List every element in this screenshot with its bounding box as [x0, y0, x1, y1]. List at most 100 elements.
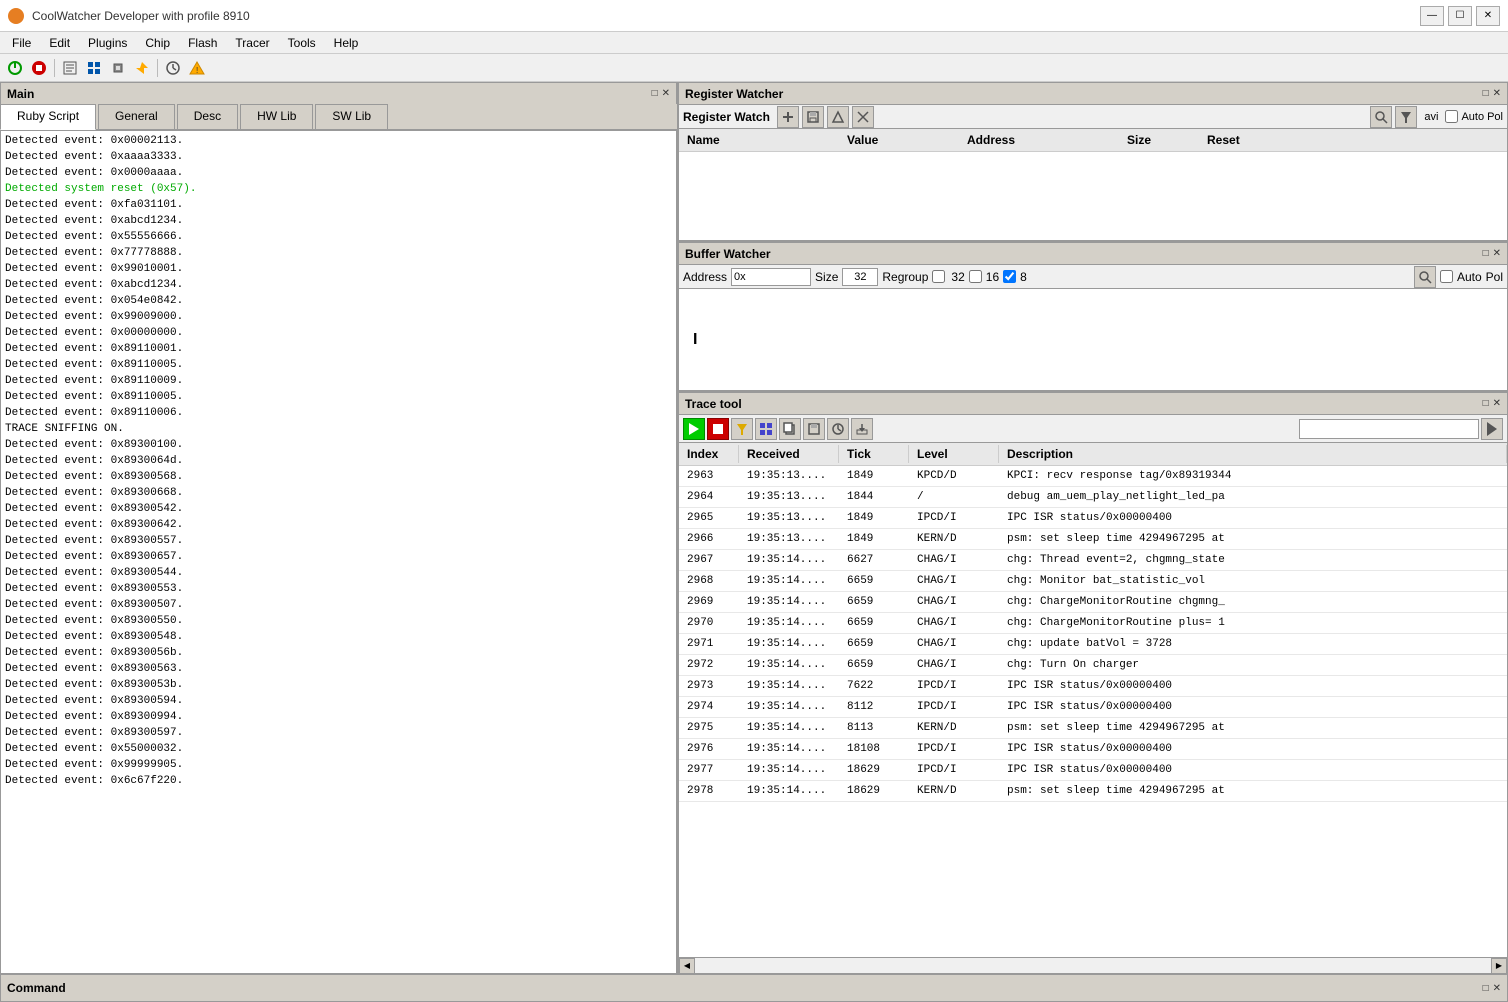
buf-check-8[interactable] — [1003, 270, 1016, 283]
log-line: TRACE SNIFFING ON. — [5, 421, 672, 437]
log-line: Detected event: 0x89110001. — [5, 341, 672, 357]
buf-size-input[interactable] — [842, 268, 878, 286]
trace-cell-index: 2969 — [679, 592, 739, 612]
danger-btn[interactable]: ! — [186, 57, 208, 79]
main-panel-restore[interactable]: □ — [652, 88, 658, 99]
tab-sw-lib[interactable]: SW Lib — [315, 104, 388, 129]
trace-row[interactable]: 2970 19:35:14.... 6659 CHAG/I chg: Charg… — [679, 613, 1507, 634]
flash-btn[interactable] — [131, 57, 153, 79]
log-line: Detected system reset (0x57). — [5, 181, 672, 197]
trace-tool-close[interactable]: ✕ — [1493, 398, 1501, 409]
trace-clock-btn[interactable] — [827, 418, 849, 440]
trace-row[interactable]: 2965 19:35:13.... 1849 IPCD/I IPC ISR st… — [679, 508, 1507, 529]
trace-row[interactable]: 2968 19:35:14.... 6659 CHAG/I chg: Monit… — [679, 571, 1507, 592]
trace-filter-btn[interactable] — [731, 418, 753, 440]
menu-file[interactable]: File — [4, 34, 39, 52]
trace-row[interactable]: 2963 19:35:13.... 1849 KPCD/D KPCI: recv… — [679, 466, 1507, 487]
trace-horizontal-scrollbar[interactable]: ◀ ▶ — [679, 957, 1507, 973]
reg-auto-check[interactable] — [1445, 110, 1458, 123]
trace-cell-tick: 1849 — [839, 466, 909, 486]
scroll-left-btn[interactable]: ◀ — [679, 958, 695, 974]
buf-auto-check[interactable] — [1440, 270, 1453, 283]
command-bar-restore[interactable]: □ — [1483, 983, 1489, 994]
trace-cell-tick: 18629 — [839, 781, 909, 801]
trace-row[interactable]: 2973 19:35:14.... 7622 IPCD/I IPC ISR st… — [679, 676, 1507, 697]
log-line: Detected event: 0x6c67f220. — [5, 773, 672, 789]
trace-grid-btn[interactable] — [755, 418, 777, 440]
register-watch-toolbar: Register Watch — [678, 104, 1508, 128]
scroll-track[interactable] — [695, 958, 1491, 973]
trace-row[interactable]: 2976 19:35:14.... 18108 IPCD/I IPC ISR s… — [679, 739, 1507, 760]
reg-watcher-close[interactable]: ✕ — [1493, 88, 1501, 99]
trace-col-tick: Tick — [839, 445, 909, 463]
trace-row[interactable]: 2978 19:35:14.... 18629 KERN/D psm: set … — [679, 781, 1507, 802]
log-line: Detected event: 0x8930064d. — [5, 453, 672, 469]
trace-row[interactable]: 2969 19:35:14.... 6659 CHAG/I chg: Charg… — [679, 592, 1507, 613]
trace-search-input[interactable] — [1299, 419, 1479, 439]
trace-stop-btn[interactable] — [707, 418, 729, 440]
trace-search-go-btn[interactable] — [1481, 418, 1503, 440]
trace-cell-tick: 8113 — [839, 718, 909, 738]
trace-cell-received: 19:35:14.... — [739, 676, 839, 696]
close-button[interactable]: ✕ — [1476, 6, 1500, 26]
buf-watcher-restore[interactable]: □ — [1483, 248, 1489, 259]
trace-btn[interactable] — [83, 57, 105, 79]
trace-copy-btn[interactable] — [779, 418, 801, 440]
main-panel-close[interactable]: ✕ — [662, 88, 670, 99]
trace-export-btn[interactable] — [851, 418, 873, 440]
command-bar-close[interactable]: ✕ — [1493, 983, 1501, 994]
scroll-right-btn[interactable]: ▶ — [1491, 958, 1507, 974]
trace-cell-level: KERN/D — [909, 781, 999, 801]
chip-btn[interactable] — [107, 57, 129, 79]
watch-btn[interactable] — [162, 57, 184, 79]
trace-row[interactable]: 2971 19:35:14.... 6659 CHAG/I chg: updat… — [679, 634, 1507, 655]
buf-check-16[interactable] — [969, 270, 982, 283]
stop-btn[interactable] — [28, 57, 50, 79]
maximize-button[interactable]: ☐ — [1448, 6, 1472, 26]
trace-row[interactable]: 2966 19:35:13.... 1849 KERN/D psm: set s… — [679, 529, 1507, 550]
tab-ruby-script[interactable]: Ruby Script — [0, 104, 96, 130]
reg-clear-btn[interactable] — [852, 106, 874, 128]
trace-row[interactable]: 2977 19:35:14.... 18629 IPCD/I IPC ISR s… — [679, 760, 1507, 781]
trace-table-body[interactable]: 2963 19:35:13.... 1849 KPCD/D KPCI: recv… — [679, 466, 1507, 957]
trace-row[interactable]: 2967 19:35:14.... 6627 CHAG/I chg: Threa… — [679, 550, 1507, 571]
tab-desc[interactable]: Desc — [177, 104, 238, 129]
buf-address-input[interactable] — [731, 268, 811, 286]
buf-search-btn[interactable] — [1414, 266, 1436, 288]
minimize-button[interactable]: — — [1420, 6, 1444, 26]
trace-row[interactable]: 2974 19:35:14.... 8112 IPCD/I IPC ISR st… — [679, 697, 1507, 718]
reg-filter-btn[interactable] — [1395, 106, 1417, 128]
trace-cell-index: 2976 — [679, 739, 739, 759]
trace-save-btn[interactable] — [803, 418, 825, 440]
menu-chip[interactable]: Chip — [137, 34, 178, 52]
trace-cell-tick: 6627 — [839, 550, 909, 570]
log-output[interactable]: Detected event: 0x00002113.Detected even… — [1, 131, 676, 973]
log-line: Detected event: 0x89300100. — [5, 437, 672, 453]
register-watcher: Register Watcher □ ✕ Register Watch — [678, 82, 1508, 242]
tab-hw-lib[interactable]: HW Lib — [240, 104, 313, 129]
command-bar-controls: □ ✕ — [1483, 983, 1501, 994]
buffer-cursor: I — [693, 331, 697, 349]
menu-plugins[interactable]: Plugins — [80, 34, 135, 52]
menu-edit[interactable]: Edit — [41, 34, 78, 52]
trace-run-btn[interactable] — [683, 418, 705, 440]
reg-add-btn[interactable] — [777, 106, 799, 128]
menu-help[interactable]: Help — [326, 34, 367, 52]
buf-watcher-close[interactable]: ✕ — [1493, 248, 1501, 259]
log-btn[interactable] — [59, 57, 81, 79]
trace-row[interactable]: 2972 19:35:14.... 6659 CHAG/I chg: Turn … — [679, 655, 1507, 676]
reg-watcher-restore[interactable]: □ — [1483, 88, 1489, 99]
trace-row[interactable]: 2964 19:35:13.... 1844 / debug am_uem_pl… — [679, 487, 1507, 508]
reg-save-btn[interactable] — [802, 106, 824, 128]
reg-search-btn[interactable] — [1370, 106, 1392, 128]
menu-flash[interactable]: Flash — [180, 34, 225, 52]
buf-regroup-check[interactable] — [932, 270, 945, 283]
trace-cell-tick: 1849 — [839, 529, 909, 549]
reg-load-btn[interactable] — [827, 106, 849, 128]
menu-tracer[interactable]: Tracer — [227, 34, 277, 52]
trace-tool-restore[interactable]: □ — [1483, 398, 1489, 409]
power-btn[interactable] — [4, 57, 26, 79]
tab-general[interactable]: General — [98, 104, 175, 129]
trace-row[interactable]: 2975 19:35:14.... 8113 KERN/D psm: set s… — [679, 718, 1507, 739]
menu-tools[interactable]: Tools — [280, 34, 324, 52]
